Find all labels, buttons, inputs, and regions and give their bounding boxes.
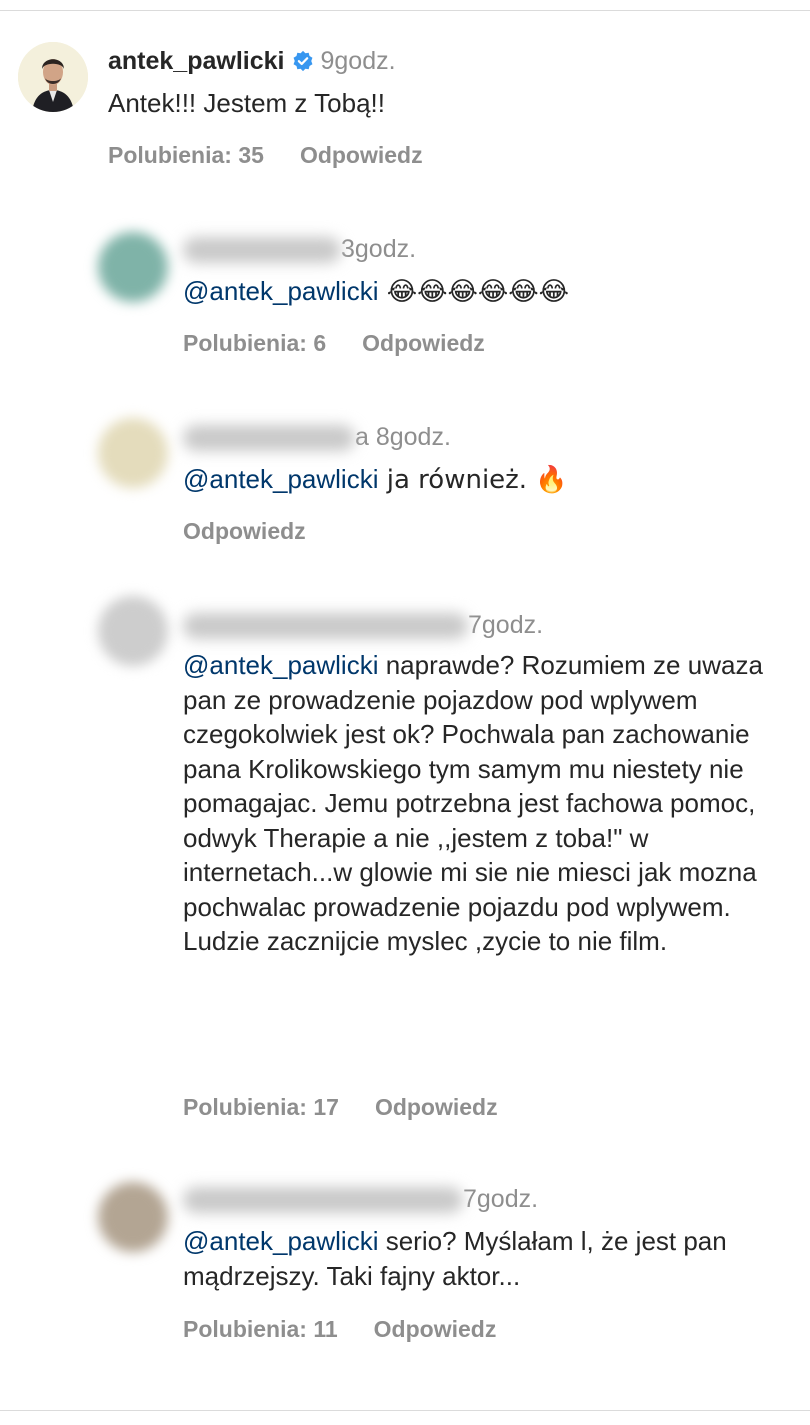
likes-count[interactable]: Polubienia: 17: [183, 1094, 339, 1120]
comment-time: 7godz.: [468, 611, 544, 639]
comment-header: 7godz.: [183, 1184, 538, 1214]
comment-header: antek_pawlicki 9godz.: [108, 46, 396, 79]
mention-link[interactable]: @antek_pawlicki: [183, 650, 378, 680]
avatar[interactable]: [98, 232, 168, 302]
blurred-username: [183, 1187, 463, 1214]
mention-link[interactable]: @antek_pawlicki: [183, 464, 378, 494]
comment-time: 3godz.: [341, 235, 417, 263]
mention-link[interactable]: @antek_pawlicki: [183, 276, 378, 306]
comment-actions: Polubienia: 11 Odpowiedz: [183, 1316, 496, 1343]
comments-screen: antek_pawlicki 9godz. Antek!!! Jestem z T…: [0, 0, 810, 1425]
top-divider: [0, 10, 810, 11]
mention-link[interactable]: @antek_pawlicki: [183, 1226, 378, 1256]
likes-count[interactable]: Polubienia: 35: [108, 142, 264, 168]
comment-time: a 8godz.: [355, 423, 451, 451]
bottom-divider: [0, 1410, 810, 1411]
reply-button[interactable]: Odpowiedz: [183, 518, 306, 544]
avatar[interactable]: [18, 42, 88, 112]
avatar-image: [18, 42, 88, 112]
comment-body: ja również. 🔥: [378, 465, 568, 495]
reply-button[interactable]: Odpowiedz: [300, 142, 423, 168]
comment-body: 😂😂😂😂😂😂: [378, 277, 570, 307]
comment-text: @antek_pawlicki 😂😂😂😂😂😂: [183, 274, 783, 310]
avatar[interactable]: [98, 1182, 168, 1252]
comment-header: a 8godz.: [183, 422, 451, 452]
reply-button[interactable]: Odpowiedz: [375, 1094, 498, 1120]
comment-time: 7godz.: [463, 1185, 539, 1213]
username[interactable]: antek_pawlicki: [108, 47, 284, 75]
comment-actions: Odpowiedz: [183, 518, 306, 545]
comment-text: @antek_pawlicki serio? Myślałam l, że je…: [183, 1224, 743, 1293]
likes-count[interactable]: Polubienia: 6: [183, 330, 326, 356]
reply-button[interactable]: Odpowiedz: [362, 330, 485, 356]
comment-text: @antek_pawlicki naprawde? Rozumiem ze uw…: [183, 648, 783, 959]
avatar[interactable]: [98, 596, 168, 666]
comment-text: Antek!!! Jestem z Tobą!!: [108, 88, 385, 118]
avatar[interactable]: [98, 418, 168, 488]
blurred-username: [183, 613, 468, 640]
comment-header: 3godz.: [183, 234, 416, 264]
comment-body: naprawde? Rozumiem ze uwaza pan ze prowa…: [183, 650, 763, 956]
comment-time: 9godz.: [320, 47, 396, 75]
likes-count[interactable]: Polubienia: 11: [183, 1316, 338, 1342]
comment-actions: Polubienia: 6 Odpowiedz: [183, 330, 485, 357]
comment-text: @antek_pawlicki ja również. 🔥: [183, 462, 783, 498]
blurred-username: [183, 425, 355, 452]
comment-header: 7godz.: [183, 610, 543, 640]
comment-actions: Polubienia: 17 Odpowiedz: [183, 1094, 498, 1121]
reply-button[interactable]: Odpowiedz: [374, 1316, 497, 1342]
verified-badge-icon: [292, 49, 314, 79]
blurred-username: [183, 237, 341, 264]
comment-actions: Polubienia: 35 Odpowiedz: [108, 142, 423, 169]
